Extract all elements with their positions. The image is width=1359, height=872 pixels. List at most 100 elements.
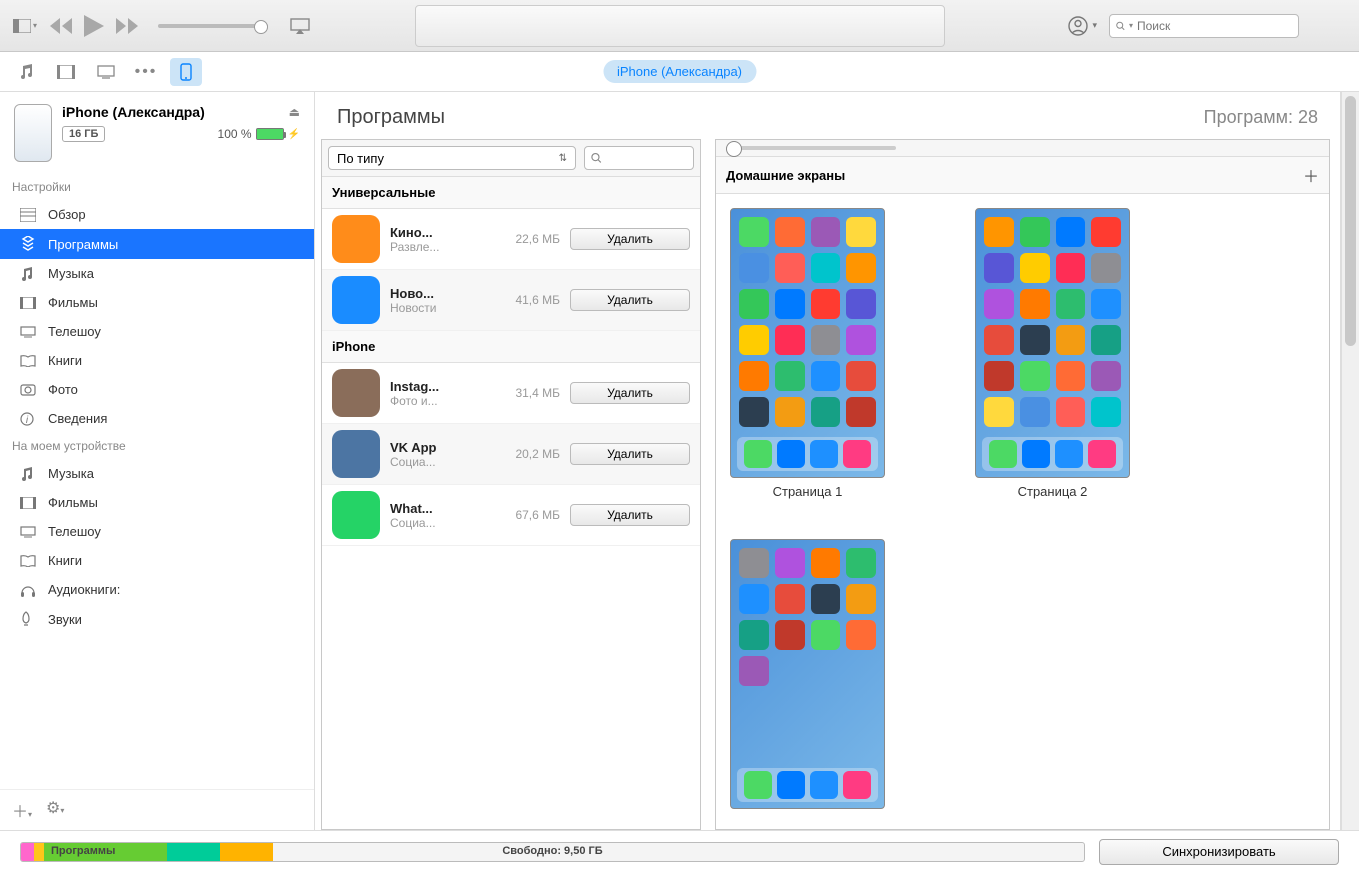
movies-icon bbox=[20, 297, 38, 309]
storage-apps-label: Программы bbox=[51, 845, 115, 857]
airplay-button[interactable] bbox=[290, 18, 310, 34]
sidebar-item-music[interactable]: Музыка bbox=[0, 259, 314, 288]
now-playing-display bbox=[415, 5, 945, 47]
search-input[interactable] bbox=[1137, 19, 1292, 33]
sidebar-item-label: Аудиокниги: bbox=[48, 582, 120, 597]
sidebar-item-books[interactable]: Книги bbox=[0, 546, 314, 575]
home-screen-page[interactable] bbox=[730, 539, 885, 809]
home-screen-label: Страница 2 bbox=[1018, 484, 1088, 499]
tab-device[interactable] bbox=[170, 58, 202, 86]
sidebar-item-tones[interactable]: Звуки bbox=[0, 604, 314, 634]
eject-button[interactable]: ⏏ bbox=[289, 105, 300, 119]
overview-icon bbox=[20, 208, 38, 222]
add-playlist-button[interactable]: ＋▾ bbox=[12, 798, 32, 822]
books-icon bbox=[20, 555, 38, 567]
app-delete-button[interactable]: Удалить bbox=[570, 289, 690, 311]
app-delete-button[interactable]: Удалить bbox=[570, 228, 690, 250]
storage-bar: Программы Свободно: 9,50 ГБ bbox=[20, 842, 1085, 862]
zoom-slider[interactable] bbox=[726, 146, 896, 150]
app-name: Ново... bbox=[390, 286, 495, 301]
app-icon bbox=[332, 491, 380, 539]
apps-search-input[interactable] bbox=[602, 151, 687, 165]
device-pill[interactable]: iPhone (Александра) bbox=[603, 60, 756, 83]
bottom-bar: Программы Свободно: 9,50 ГБ Синхронизиро… bbox=[0, 830, 1359, 872]
sidebar-item-movies[interactable]: Фильмы bbox=[0, 488, 314, 517]
tab-more[interactable]: ••• bbox=[130, 58, 162, 86]
music-icon bbox=[20, 267, 38, 281]
tab-tv[interactable] bbox=[90, 58, 122, 86]
device-thumbnail bbox=[14, 104, 52, 162]
books-icon bbox=[20, 355, 38, 367]
sidebar-item-tv[interactable]: Телешоу bbox=[0, 517, 314, 546]
sidebar-item-tv[interactable]: Телешоу bbox=[0, 317, 314, 346]
sidebar-item-label: Звуки bbox=[48, 612, 82, 627]
home-screens-panel: Домашние экраны ＋ Страница 1 Страница 2 bbox=[715, 139, 1330, 830]
sidebar-toggle-button[interactable]: ▾ bbox=[10, 14, 40, 38]
sidebar-item-info[interactable]: iСведения bbox=[0, 404, 314, 433]
app-category: Фото и... bbox=[390, 394, 495, 408]
sidebar: iPhone (Александра) ⏏ 16 ГБ 100 % ⚡ Наст… bbox=[0, 92, 315, 830]
add-screen-button[interactable]: ＋ bbox=[1303, 163, 1319, 187]
sidebar-item-label: Сведения bbox=[48, 411, 107, 426]
sort-select[interactable]: По типу ⇅ bbox=[328, 146, 576, 170]
sidebar-item-label: Музыка bbox=[48, 266, 94, 281]
storage-segment bbox=[220, 843, 273, 861]
sidebar-item-movies[interactable]: Фильмы bbox=[0, 288, 314, 317]
account-button[interactable]: ▾ bbox=[1068, 16, 1097, 36]
app-size: 20,2 МБ bbox=[505, 447, 560, 461]
home-screen-thumbnail bbox=[975, 208, 1130, 478]
previous-track-button[interactable] bbox=[50, 18, 72, 34]
app-icon bbox=[332, 215, 380, 263]
settings-gear-button[interactable]: ⚙▾ bbox=[46, 798, 64, 822]
app-delete-button[interactable]: Удалить bbox=[570, 504, 690, 526]
charging-icon: ⚡ bbox=[288, 129, 300, 140]
tab-movies[interactable] bbox=[50, 58, 82, 86]
scrollbar[interactable] bbox=[1341, 92, 1359, 830]
sidebar-item-photos[interactable]: Фото bbox=[0, 375, 314, 404]
app-name: VK App bbox=[390, 440, 495, 455]
home-screen-page[interactable]: Страница 1 bbox=[730, 208, 885, 499]
sidebar-item-books[interactable]: Книги bbox=[0, 346, 314, 375]
app-size: 67,6 МБ bbox=[505, 508, 560, 522]
app-delete-button[interactable]: Удалить bbox=[570, 443, 690, 465]
apps-icon bbox=[20, 236, 38, 252]
app-section-header: Универсальные bbox=[322, 177, 700, 209]
app-category: Социа... bbox=[390, 516, 495, 530]
battery-icon bbox=[256, 128, 284, 140]
app-row[interactable]: Instag... Фото и... 31,4 МБ Удалить bbox=[322, 363, 700, 424]
next-track-button[interactable] bbox=[116, 18, 138, 34]
sidebar-item-label: Обзор bbox=[48, 207, 86, 222]
sync-button[interactable]: Синхронизировать bbox=[1099, 839, 1339, 865]
home-screen-label: Страница 1 bbox=[773, 484, 843, 499]
sidebar-item-label: Фильмы bbox=[48, 495, 98, 510]
tab-music[interactable] bbox=[10, 58, 42, 86]
volume-slider[interactable] bbox=[158, 24, 268, 28]
app-name: Instag... bbox=[390, 379, 495, 394]
sidebar-item-label: Фото bbox=[48, 382, 78, 397]
sidebar-item-overview[interactable]: Обзор bbox=[0, 200, 314, 229]
search-icon bbox=[591, 152, 602, 164]
photos-icon bbox=[20, 384, 38, 396]
sidebar-item-music[interactable]: Музыка bbox=[0, 459, 314, 488]
home-screens-title: Домашние экраны bbox=[726, 168, 845, 183]
app-size: 41,6 МБ bbox=[505, 293, 560, 307]
apps-count: Программ: 28 bbox=[1204, 107, 1318, 128]
battery-percent: 100 % bbox=[218, 127, 252, 141]
home-screen-page[interactable]: Страница 2 bbox=[975, 208, 1130, 499]
search-box[interactable]: ▾ bbox=[1109, 14, 1299, 38]
app-row[interactable]: What... Социа... 67,6 МБ Удалить bbox=[322, 485, 700, 546]
apps-search-box[interactable] bbox=[584, 146, 694, 170]
play-button[interactable] bbox=[84, 15, 104, 37]
page-title: Программы bbox=[337, 106, 445, 129]
sidebar-item-apps[interactable]: Программы bbox=[0, 229, 314, 259]
sidebar-item-audiobooks[interactable]: Аудиокниги: bbox=[0, 575, 314, 604]
app-row[interactable]: VK App Социа... 20,2 МБ Удалить bbox=[322, 424, 700, 485]
sidebar-item-label: Книги bbox=[48, 353, 82, 368]
movies-icon bbox=[20, 497, 38, 509]
sidebar-section-on-device: На моем устройстве bbox=[0, 433, 314, 459]
app-row[interactable]: Кино... Развле... 22,6 МБ Удалить bbox=[322, 209, 700, 270]
app-delete-button[interactable]: Удалить bbox=[570, 382, 690, 404]
app-row[interactable]: Ново... Новости 41,6 МБ Удалить bbox=[322, 270, 700, 331]
sidebar-section-settings: Настройки bbox=[0, 174, 314, 200]
content-area: Программы Программ: 28 По типу ⇅ Универс… bbox=[315, 92, 1341, 830]
